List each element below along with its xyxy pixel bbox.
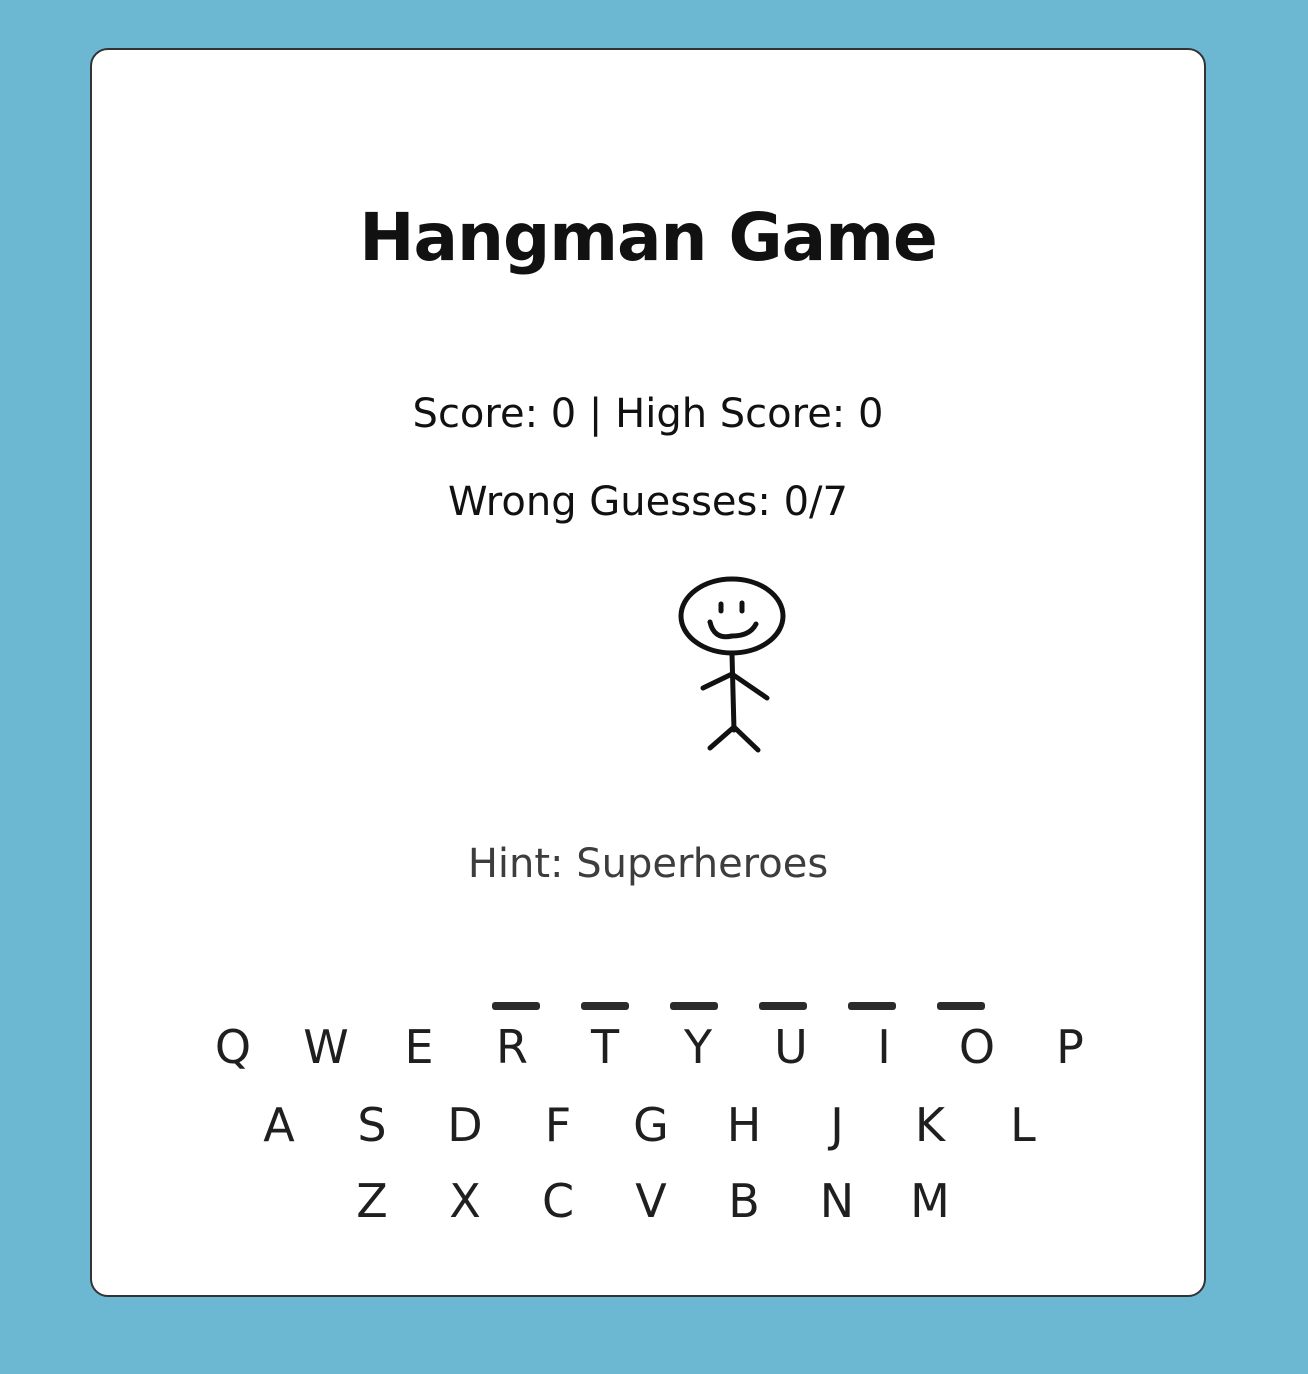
- key-m[interactable]: M: [900, 1171, 960, 1231]
- letter-blank: [759, 1002, 807, 1010]
- key-p[interactable]: P: [1040, 1017, 1100, 1077]
- key-j[interactable]: J: [807, 1095, 867, 1155]
- key-r[interactable]: R: [482, 1017, 542, 1077]
- page-title: Hangman Game: [359, 199, 938, 276]
- letter-blank: [848, 1002, 896, 1010]
- key-e[interactable]: E: [389, 1017, 449, 1077]
- key-z[interactable]: Z: [342, 1171, 402, 1231]
- key-f[interactable]: F: [528, 1095, 588, 1155]
- key-d[interactable]: D: [435, 1095, 495, 1155]
- letter-blank: [670, 1002, 718, 1010]
- key-o[interactable]: O: [947, 1017, 1007, 1077]
- letter-blank: [581, 1002, 629, 1010]
- key-i[interactable]: I: [854, 1017, 914, 1077]
- key-s[interactable]: S: [342, 1095, 402, 1155]
- stick-figure: [678, 576, 786, 753]
- score-display: Score: 0 | High Score: 0: [412, 391, 884, 437]
- key-g[interactable]: G: [621, 1095, 681, 1155]
- figure-smile: [707, 619, 759, 640]
- key-b[interactable]: B: [714, 1171, 774, 1231]
- key-x[interactable]: X: [435, 1171, 495, 1231]
- key-v[interactable]: V: [621, 1171, 681, 1231]
- letter-blank: [492, 1002, 540, 1010]
- hint-text: Hint: Superheroes: [467, 841, 829, 887]
- key-q[interactable]: Q: [203, 1017, 263, 1077]
- figure-head: [678, 576, 786, 656]
- key-y[interactable]: Y: [668, 1017, 728, 1077]
- key-k[interactable]: K: [900, 1095, 960, 1155]
- key-h[interactable]: H: [714, 1095, 774, 1155]
- key-t[interactable]: T: [575, 1017, 635, 1077]
- key-a[interactable]: A: [249, 1095, 309, 1155]
- key-n[interactable]: N: [807, 1171, 867, 1231]
- letter-blank: [937, 1002, 985, 1010]
- key-c[interactable]: C: [528, 1171, 588, 1231]
- game-card: Hangman Game Score: 0 | High Score: 0 Wr…: [90, 48, 1206, 1297]
- key-l[interactable]: L: [993, 1095, 1053, 1155]
- figure-legs: [707, 724, 761, 753]
- key-w[interactable]: W: [296, 1017, 356, 1077]
- key-u[interactable]: U: [761, 1017, 821, 1077]
- wrong-guesses-display: Wrong Guesses: 0/7: [448, 479, 848, 525]
- figure-body: [729, 651, 737, 733]
